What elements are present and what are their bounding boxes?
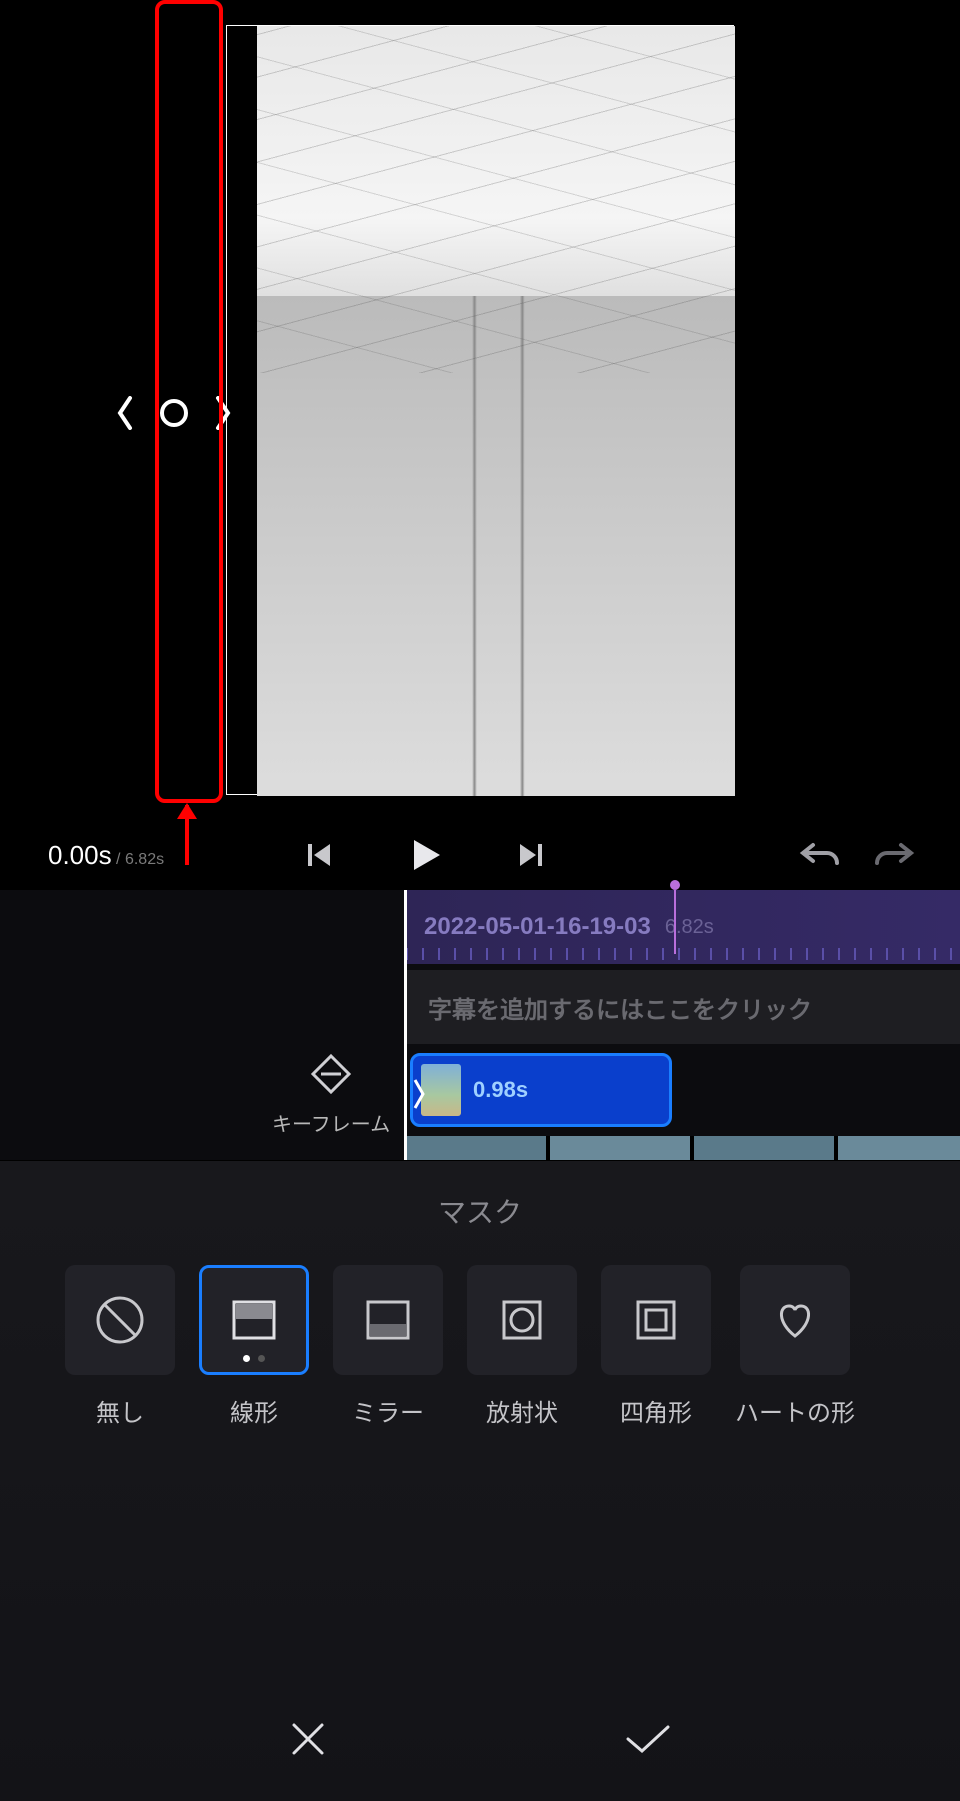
playhead[interactable] <box>404 890 407 1160</box>
mask-panel-title: マスク <box>0 1161 960 1265</box>
mask-label: 無し <box>96 1393 144 1428</box>
keyframe-button[interactable]: キーフレーム <box>272 1050 390 1137</box>
mask-option-linear[interactable]: 線形 <box>199 1265 309 1428</box>
undo-redo <box>799 837 915 873</box>
transport-controls <box>304 834 546 876</box>
mask-option-none[interactable]: 無し <box>65 1265 175 1428</box>
clip-thumbnail <box>421 1064 461 1116</box>
undo-button[interactable] <box>799 837 843 873</box>
mask-panel: マスク 無し 線形 ミラー 放射状 <box>0 1161 960 1801</box>
timeline[interactable]: 2022-05-01-16-19-03 6.82s 字幕を追加するにはここをクリ… <box>0 890 960 1160</box>
mask-mirror-icon <box>333 1265 443 1375</box>
mask-option-heart[interactable]: ハートの形 <box>735 1265 855 1428</box>
timeline-ticks <box>406 948 960 960</box>
project-clip-name: 2022-05-01-16-19-03 <box>424 913 651 941</box>
selected-clip[interactable]: 0.98s <box>410 1053 672 1127</box>
prev-button[interactable] <box>304 840 334 870</box>
caption-hint: 字幕を追加するにはここをクリック <box>428 990 812 1025</box>
media-thumbnail-strip[interactable] <box>406 1136 960 1160</box>
mask-label: 四角形 <box>620 1393 692 1428</box>
play-button[interactable] <box>404 834 446 876</box>
preview-frame[interactable] <box>226 25 734 795</box>
clip-duration: 0.98s <box>473 1077 528 1103</box>
keyframe-label: キーフレーム <box>272 1108 390 1137</box>
mask-options[interactable]: 無し 線形 ミラー 放射状 四角形 <box>0 1265 960 1428</box>
mask-heart-icon <box>740 1265 850 1375</box>
mask-rect-icon <box>601 1265 711 1375</box>
keyframe-icon <box>307 1050 355 1098</box>
project-info-track[interactable]: 2022-05-01-16-19-03 6.82s <box>406 890 960 964</box>
next-button[interactable] <box>516 840 546 870</box>
mask-none-icon <box>65 1265 175 1375</box>
timeline-marker-icon[interactable] <box>670 880 680 890</box>
confirm-button[interactable] <box>622 1717 674 1761</box>
preview-area <box>0 0 960 820</box>
caption-track[interactable]: 字幕を追加するにはここをクリック <box>406 970 960 1044</box>
clip-trim-handle-icon[interactable] <box>411 1076 427 1112</box>
mask-label: ミラー <box>352 1393 424 1428</box>
mask-radial-icon <box>467 1265 577 1375</box>
mask-option-mirror[interactable]: ミラー <box>333 1265 443 1428</box>
mask-linear-icon <box>199 1265 309 1375</box>
preview-image <box>257 26 735 796</box>
confirm-row <box>0 1717 960 1761</box>
time-row: 0.00s / 6.82s <box>0 820 960 890</box>
mask-label: 線形 <box>230 1393 278 1428</box>
mask-label: ハートの形 <box>735 1393 855 1428</box>
redo-button[interactable] <box>871 837 915 873</box>
mask-option-radial[interactable]: 放射状 <box>467 1265 577 1428</box>
project-clip-duration: 6.82s <box>665 916 714 939</box>
mask-label: 放射状 <box>486 1393 558 1428</box>
annotation-arrow-icon <box>185 805 189 865</box>
current-time: 0.00s / 6.82s <box>48 840 164 871</box>
annotation-highlight-box <box>155 0 223 803</box>
cancel-button[interactable] <box>286 1717 330 1761</box>
mask-option-rect[interactable]: 四角形 <box>601 1265 711 1428</box>
clip-track[interactable]: 0.98s <box>406 1050 960 1130</box>
mask-handle-left-icon[interactable] <box>115 395 135 431</box>
